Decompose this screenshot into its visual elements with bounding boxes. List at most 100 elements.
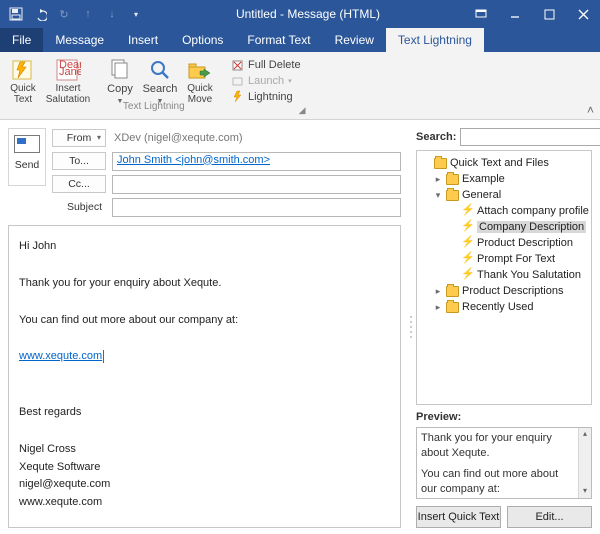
body-link[interactable]: www.xequte.com	[19, 350, 102, 362]
undo-icon[interactable]	[30, 4, 50, 24]
folder-icon	[446, 302, 459, 313]
lightning-button[interactable]: Lightning	[228, 89, 304, 104]
compose-pane: Send From XDev (nigel@xequte.com) To... …	[0, 120, 407, 534]
quick-move-label: Quick Move	[187, 84, 213, 105]
from-value: XDev (nigel@xequte.com)	[112, 132, 401, 144]
tree-node-example[interactable]: ▸Example	[419, 171, 589, 187]
search-label: Search	[143, 83, 178, 95]
body-line2: You can find out more about our company …	[19, 312, 390, 330]
folder-icon	[446, 286, 459, 297]
save-icon[interactable]	[6, 4, 26, 24]
insert-salutation-label: Insert Salutation	[46, 84, 90, 105]
search-icon	[146, 57, 174, 83]
edit-button[interactable]: Edit...	[507, 506, 592, 528]
redo-icon[interactable]: ↻	[54, 4, 74, 24]
tab-insert[interactable]: Insert	[116, 28, 170, 52]
tab-message[interactable]: Message	[43, 28, 116, 52]
tab-review[interactable]: Review	[323, 28, 386, 52]
scroll-down-icon[interactable]: ▾	[583, 486, 587, 497]
tree-item[interactable]: Prompt For Text	[419, 251, 589, 267]
send-button[interactable]: Send	[8, 128, 46, 186]
body-line1: Thank you for your enquiry about Xequte.	[19, 275, 390, 293]
lightning-icon	[462, 237, 474, 249]
preview-line: You can find out more about our company …	[421, 467, 577, 497]
full-delete-label: Full Delete	[248, 59, 301, 71]
lightning-icon	[462, 269, 474, 281]
ribbon-tabs: File Message Insert Options Format Text …	[0, 28, 600, 52]
from-button[interactable]: From	[52, 129, 106, 147]
tab-file[interactable]: File	[0, 28, 43, 52]
previous-icon[interactable]: ↑	[78, 4, 98, 24]
expand-icon[interactable]: ▸	[433, 286, 443, 297]
tree-node-root[interactable]: Quick Text and Files	[419, 155, 589, 171]
quick-text-label: Quick Text	[10, 84, 36, 105]
cc-field[interactable]	[112, 175, 401, 194]
next-icon[interactable]: ↓	[102, 4, 122, 24]
ribbon: Quick Text DearJane Insert Salutation Co…	[0, 52, 600, 120]
body-greeting: Hi John	[19, 238, 390, 256]
lightning-icon	[462, 253, 474, 265]
dialog-launcher-icon[interactable]: ◢	[299, 105, 306, 116]
preview-label: Preview:	[416, 411, 592, 423]
quick-text-tree[interactable]: Quick Text and Files ▸Example ▾General A…	[416, 150, 592, 405]
insert-salutation-button[interactable]: DearJane Insert Salutation	[44, 55, 92, 105]
preview-box: Thank you for your enquiry about Xequte.…	[416, 427, 592, 499]
tree-node-recently-used[interactable]: ▸Recently Used	[419, 299, 589, 315]
tree-item[interactable]: Attach company profile	[419, 203, 589, 219]
collapse-icon[interactable]: ▾	[433, 190, 443, 201]
full-delete-button[interactable]: Full Delete	[228, 57, 304, 72]
search-input[interactable]	[460, 128, 600, 146]
folder-icon	[434, 158, 447, 169]
quick-move-button[interactable]: Quick Move	[181, 55, 219, 105]
send-label: Send	[15, 159, 40, 171]
text-caret	[103, 350, 104, 363]
quick-text-button[interactable]: Quick Text	[4, 55, 42, 105]
scroll-up-icon[interactable]: ▴	[583, 429, 587, 440]
minimize-icon[interactable]	[498, 0, 532, 28]
expand-icon[interactable]: ▸	[433, 302, 443, 313]
tree-item[interactable]: Thank You Salutation	[419, 267, 589, 283]
body-regards: Best regards	[19, 404, 390, 422]
preview-line: Thank you for your enquiry about Xequte.	[421, 431, 577, 461]
quick-move-icon	[186, 57, 214, 83]
splitter[interactable]	[407, 120, 414, 534]
quick-text-pane: Search: 📎 Quick Text and Files ▸Example …	[414, 120, 600, 534]
subject-label: Subject	[52, 199, 106, 215]
tree-node-product-descriptions[interactable]: ▸Product Descriptions	[419, 283, 589, 299]
collapse-ribbon-icon[interactable]: ˄	[587, 103, 594, 117]
window-title: Untitled - Message (HTML)	[152, 7, 464, 21]
to-field[interactable]: John Smith <john@smith.com>	[112, 152, 401, 171]
launch-label: Launch	[248, 75, 284, 87]
lightning-label: Lightning	[248, 91, 293, 103]
ribbon-group-text-lightning: Quick Text DearJane Insert Salutation Co…	[0, 55, 308, 119]
maximize-icon[interactable]	[532, 0, 566, 28]
body-sig3: nigel@xequte.com	[19, 476, 390, 494]
tree-item[interactable]: Product Description	[419, 235, 589, 251]
subject-field[interactable]	[112, 198, 401, 217]
expand-icon[interactable]: ▸	[433, 174, 443, 185]
tab-text-lightning[interactable]: Text Lightning	[386, 28, 484, 52]
to-button[interactable]: To...	[52, 152, 106, 170]
tab-format-text[interactable]: Format Text	[235, 28, 322, 52]
lightning-icon	[462, 205, 474, 217]
preview-scrollbar[interactable]: ▴▾	[578, 428, 591, 498]
search-button[interactable]: Search▼	[141, 55, 179, 106]
launch-button[interactable]: Launch ▾	[228, 73, 304, 88]
launch-icon	[231, 74, 244, 87]
send-icon	[14, 135, 40, 153]
ribbon-display-icon[interactable]	[464, 0, 498, 28]
tree-node-general[interactable]: ▾General	[419, 187, 589, 203]
cc-button[interactable]: Cc...	[52, 175, 106, 193]
body-sig4: www.xequte.com	[19, 494, 390, 512]
quick-text-icon	[9, 57, 37, 83]
qat-customize-icon[interactable]: ▾	[126, 4, 146, 24]
insert-quick-text-button[interactable]: Insert Quick Text	[416, 506, 501, 528]
tree-item-selected[interactable]: Company Description	[419, 219, 589, 235]
close-icon[interactable]	[566, 0, 600, 28]
chevron-down-icon: ▾	[288, 77, 292, 85]
copy-button[interactable]: Copy▼	[101, 55, 139, 106]
tab-options[interactable]: Options	[170, 28, 235, 52]
copy-label: Copy	[107, 83, 133, 95]
message-body[interactable]: Hi John Thank you for your enquiry about…	[8, 225, 401, 528]
body-sig2: Xequte Software	[19, 459, 390, 477]
